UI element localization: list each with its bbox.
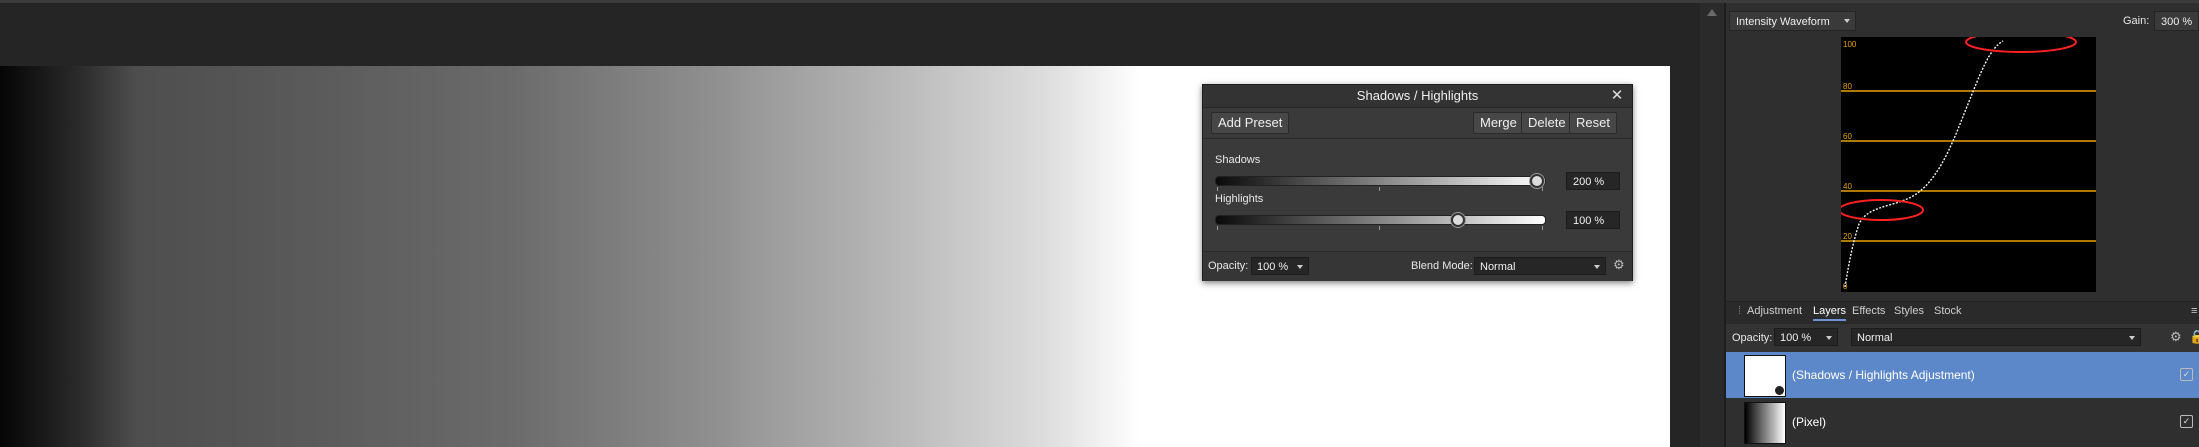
gain-dropdown[interactable]: 300 %: [2154, 11, 2199, 31]
highlights-slider-ticks: [1215, 226, 1544, 230]
layers-blend-dropdown[interactable]: Normal: [1851, 328, 2141, 346]
shadows-slider-ticks: [1215, 187, 1544, 191]
layers-toolbar: Opacity: 100 % Normal ⚙ 🔒: [1726, 324, 2199, 353]
layer-row[interactable]: (Shadows / Highlights Adjustment) ✓: [1726, 352, 2199, 398]
add-preset-button[interactable]: Add Preset: [1211, 112, 1290, 134]
gear-icon[interactable]: ⚙: [1613, 257, 1625, 273]
layers-blend-value: Normal: [1857, 332, 1893, 344]
layers-opacity-value: 100 %: [1780, 332, 1812, 344]
tab-stock[interactable]: Stock: [1934, 305, 1962, 317]
merge-button[interactable]: Merge: [1473, 112, 1524, 134]
panel-grip-icon[interactable]: ⁞: [1738, 305, 1741, 317]
scope-mode-value: Intensity Waveform: [1736, 16, 1830, 28]
waveform-trace: [1844, 40, 2004, 288]
tab-effects[interactable]: Effects: [1852, 305, 1885, 317]
opacity-dropdown[interactable]: 100 %: [1251, 257, 1309, 275]
layer-row[interactable]: (Pixel) ✓: [1726, 399, 2199, 447]
dialog-footer: Opacity: 100 % Blend Mode: Normal ⚙: [1203, 251, 1632, 281]
layer-thumbnail: [1744, 402, 1786, 444]
shadows-value-field[interactable]: 200 %: [1566, 172, 1620, 190]
gain-value: 300 %: [2161, 16, 2193, 28]
adjustment-icon: [1775, 386, 1784, 395]
highlights-slider-track[interactable]: [1215, 215, 1546, 225]
workspace-scrollbar[interactable]: [1700, 3, 1724, 447]
dialog-toolbar: Add Preset Merge Delete Reset: [1203, 108, 1632, 139]
layer-thumbnail: [1744, 355, 1786, 397]
shadows-highlights-dialog: Shadows / Highlights ✕ Add Preset Merge …: [1202, 84, 1633, 281]
blend-mode-value: Normal: [1480, 261, 1516, 273]
delete-button[interactable]: Delete: [1521, 112, 1573, 134]
scope-level-label: 80: [1843, 82, 1852, 91]
chevron-down-icon: [1826, 336, 1832, 340]
highlights-value-field[interactable]: 100 %: [1566, 211, 1620, 229]
scope-mode-dropdown[interactable]: Intensity Waveform: [1729, 11, 1856, 31]
layers-opacity-dropdown[interactable]: 100 %: [1774, 328, 1838, 346]
scope-level-label: 100: [1843, 40, 1857, 49]
shadows-slider-track[interactable]: [1215, 176, 1546, 186]
scroll-up-icon[interactable]: [1707, 9, 1717, 16]
gear-icon[interactable]: ⚙: [2170, 329, 2182, 345]
scope-level-label: 20: [1843, 232, 1852, 241]
intensity-waveform-scope: 100806040200: [1841, 37, 2096, 292]
scope-level-label: 40: [1843, 182, 1852, 191]
chevron-down-icon: [1594, 265, 1600, 269]
scope-level-label: 60: [1843, 132, 1852, 141]
visibility-checkbox[interactable]: ✓: [2180, 368, 2193, 381]
gain-label: Gain:: [2123, 15, 2150, 27]
shadows-slider-handle[interactable]: [1530, 174, 1544, 188]
lock-icon[interactable]: 🔒: [2189, 329, 2199, 345]
chevron-down-icon: [2129, 336, 2135, 340]
blend-mode-dropdown[interactable]: Normal: [1474, 257, 1606, 275]
opacity-value: 100 %: [1257, 261, 1289, 273]
chevron-down-icon: [1297, 265, 1303, 269]
gradient-image: [0, 66, 1140, 447]
panel-tabs: ⁞ Adjustment Layers Effects Styles Stock…: [1726, 301, 2199, 325]
tab-styles[interactable]: Styles: [1894, 305, 1924, 317]
layer-name: (Shadows / Highlights Adjustment): [1792, 368, 1975, 382]
reset-button[interactable]: Reset: [1569, 112, 1617, 134]
dialog-title: Shadows / Highlights: [1203, 85, 1632, 108]
blend-mode-label: Blend Mode:: [1411, 260, 1473, 272]
close-icon[interactable]: ✕: [1608, 86, 1626, 106]
chevron-down-icon: [1844, 19, 1850, 23]
shadows-label: Shadows: [1215, 154, 1261, 166]
panel-menu-icon[interactable]: ≡: [2191, 305, 2197, 317]
visibility-checkbox[interactable]: ✓: [2180, 415, 2193, 428]
tab-layers[interactable]: Layers: [1813, 305, 1847, 321]
opacity-label: Opacity:: [1208, 260, 1249, 272]
highlights-label: Highlights: [1215, 193, 1264, 205]
tab-adjustment[interactable]: Adjustment: [1747, 305, 1802, 317]
annotation-ellipse-top: [1965, 37, 2077, 53]
layers-opacity-label: Opacity:: [1732, 332, 1773, 344]
layer-name: (Pixel): [1792, 415, 1827, 429]
annotation-ellipse-middle: [1841, 199, 1924, 221]
